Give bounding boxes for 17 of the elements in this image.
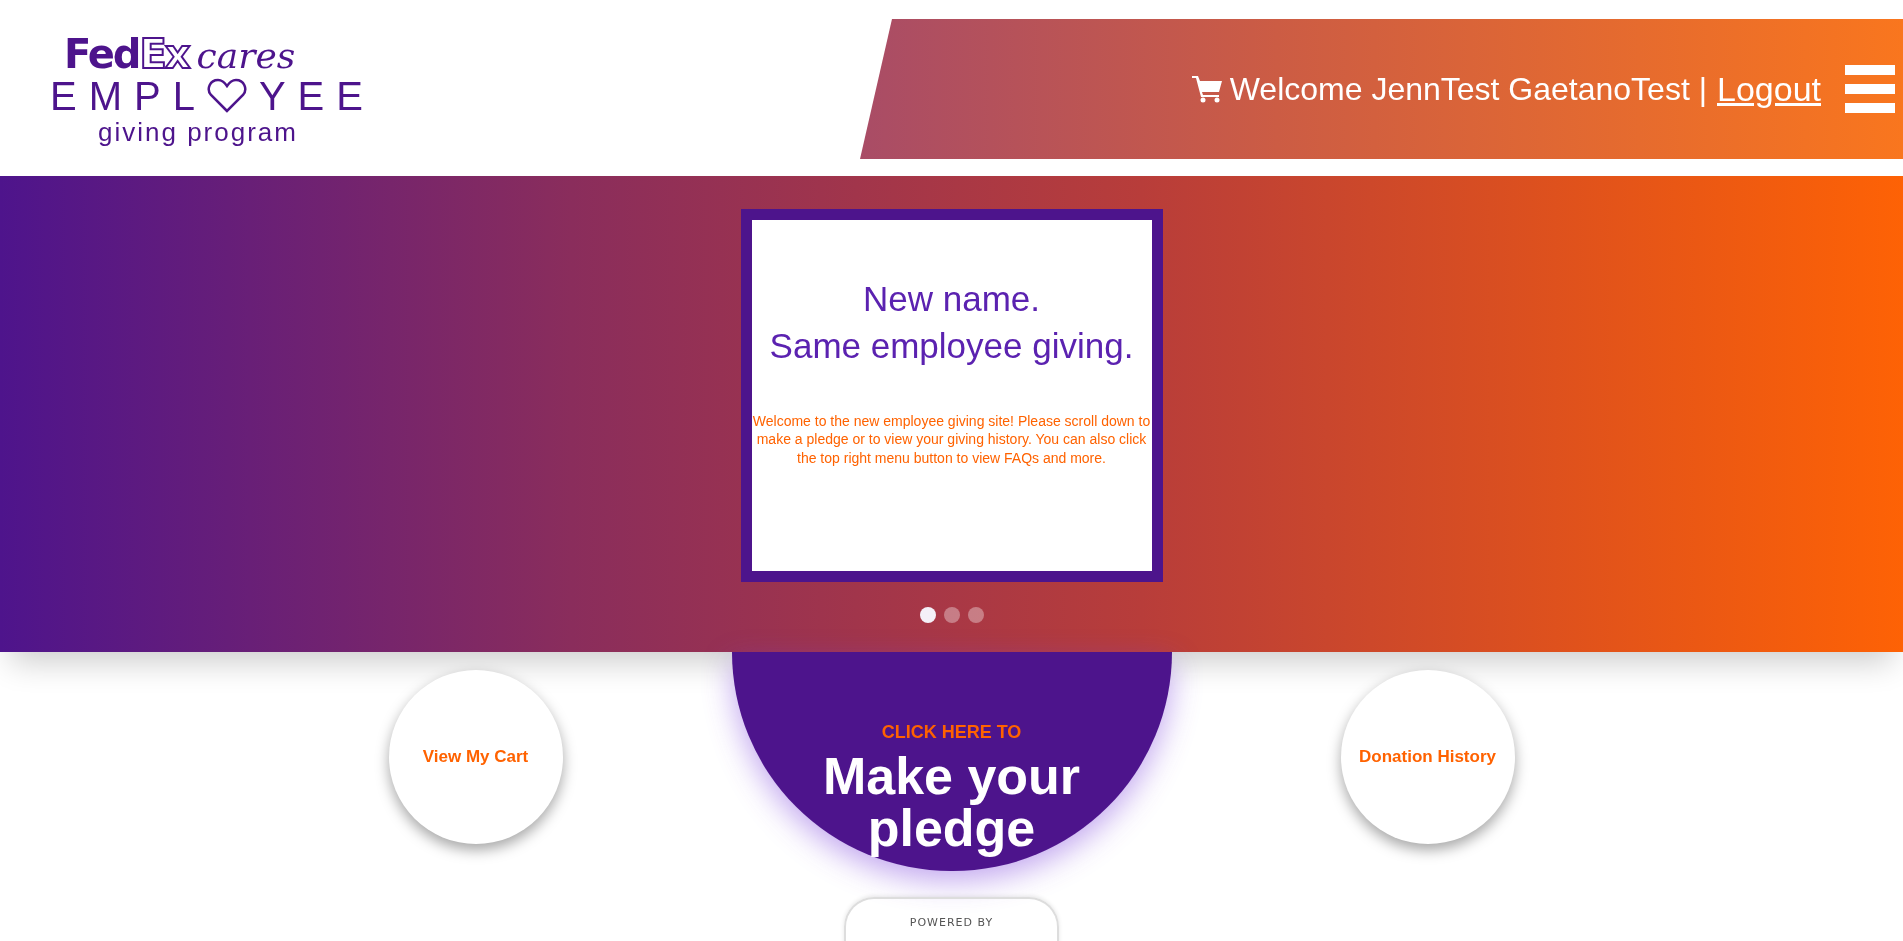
logout-link[interactable]: Logout (1717, 63, 1821, 115)
welcome-text: Welcome JennTest GaetanoTest | (1229, 70, 1707, 109)
action-button[interactable]: Donation History (1340, 670, 1515, 844)
logo-subtitle: giving program (97, 118, 299, 147)
pledge-button[interactable]: CLICK HERE TO Make your pledge (731, 652, 1172, 871)
logo-word: YEE (258, 74, 375, 118)
heart-icon (206, 78, 247, 114)
slide-text: Welcome to the new employee giving site! Please scroll down to make a pledge or to view your giving history. You can also click the top right menu button to view FAQs and more. (751, 411, 1152, 469)
menu-icon[interactable] (1845, 65, 1895, 113)
logo-tagline: cares (196, 38, 296, 74)
slide-title: New name. Same employee giving. (768, 278, 1135, 368)
brand-wordmark: FedEx (64, 34, 189, 74)
cart-icon[interactable] (1191, 75, 1222, 103)
carousel-indicator[interactable] (919, 607, 936, 623)
powered-by-text: POWERED BY (909, 916, 994, 929)
logo-word: EMPL (50, 74, 207, 118)
action-button[interactable]: View My Cart (388, 670, 563, 844)
